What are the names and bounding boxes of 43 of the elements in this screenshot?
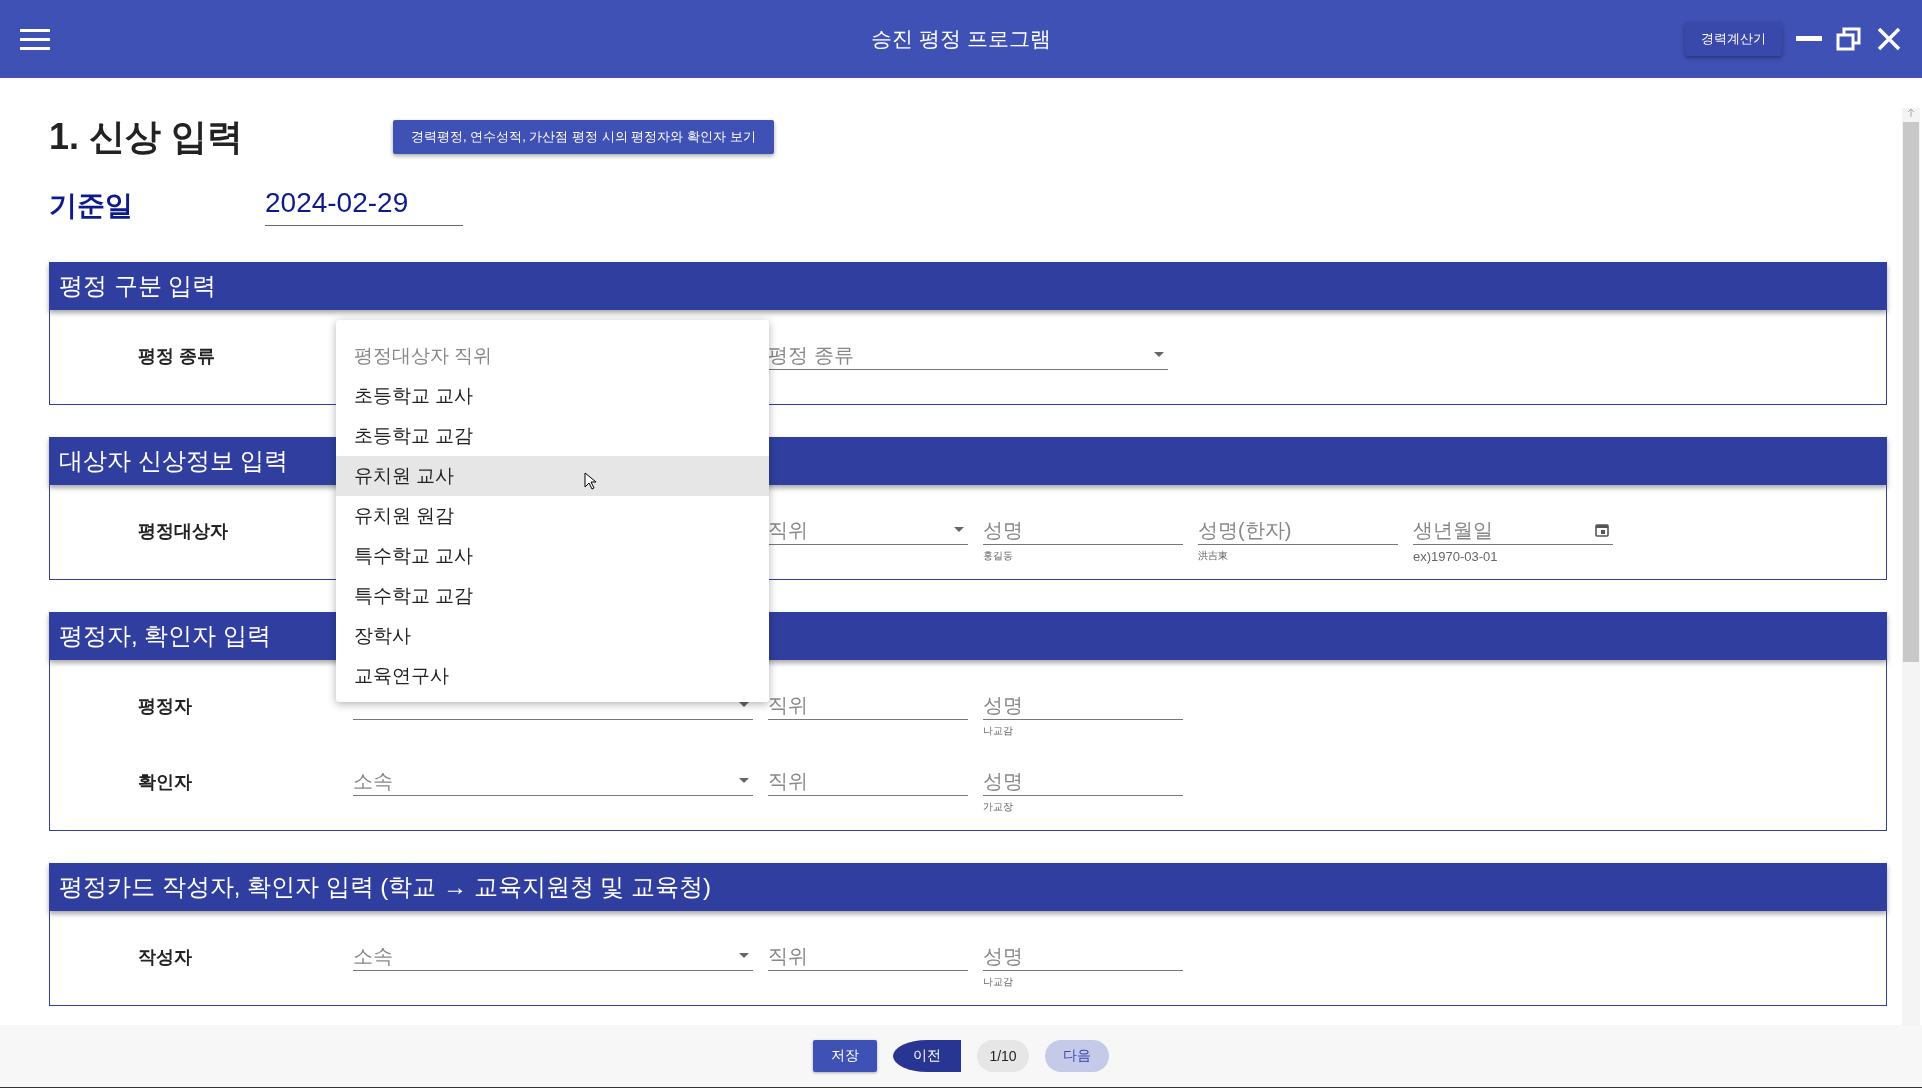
menu-option[interactable]: 유치원 교사 — [336, 456, 769, 496]
helper-text: 洪吉東 — [1198, 549, 1228, 563]
calculator-button[interactable]: 경력계산기 — [1685, 22, 1782, 56]
row-label: 평정자 — [137, 695, 193, 718]
helper-text: ex)1970-03-01 — [1413, 549, 1498, 564]
prev-button[interactable]: 이전 — [893, 1040, 962, 1072]
dropdown-caret-icon — [739, 953, 749, 959]
menu-label: 평정대상자 직위 — [353, 344, 494, 368]
select-field[interactable]: 소속 — [353, 941, 753, 971]
menu-option[interactable]: 특수학교 교사 — [336, 536, 769, 576]
dropdown-caret-icon — [1154, 352, 1164, 358]
menu-option[interactable]: 초등학교 교사 — [336, 376, 769, 416]
page-heading: 1. 신상 입력 — [49, 115, 244, 159]
helper-text: 나교감 — [983, 975, 1013, 989]
calendar-icon[interactable] — [1595, 523, 1609, 537]
row-label: 평정대상자 — [137, 520, 229, 543]
dropdown-caret-icon — [739, 778, 749, 784]
date-label: 기준일 — [49, 189, 134, 223]
input-field[interactable]: 직위 — [768, 690, 968, 720]
mouse-pointer-icon — [584, 472, 596, 490]
restore-icon[interactable] — [1836, 26, 1862, 52]
row-label: 확인자 — [137, 771, 193, 794]
app-title: 승진 평정 프로그램 — [871, 26, 1051, 52]
dropdown-caret-icon — [954, 527, 964, 533]
helper-text: 홍길동 — [983, 549, 1013, 563]
input-field[interactable]: 직위 — [768, 941, 968, 971]
select-field[interactable]: 소속 — [353, 766, 753, 796]
menu-option[interactable]: 유치원 원감 — [336, 496, 769, 536]
page-indicator[interactable]: 1/10 — [977, 1040, 1029, 1072]
helper-text: 나교감 — [983, 724, 1013, 738]
row-label: 평정 종류 — [137, 345, 216, 368]
helper-text: 가교장 — [983, 800, 1013, 814]
row-label: 작성자 — [137, 946, 193, 969]
date-field[interactable]: 2024-02-29 — [265, 183, 463, 226]
menu-icon[interactable] — [20, 27, 52, 51]
menu-option[interactable]: 장학사 — [336, 616, 769, 656]
scrollbar[interactable] — [1902, 108, 1920, 1025]
section-header: 평정 구분 입력 — [49, 262, 1887, 310]
close-icon[interactable] — [1876, 26, 1902, 52]
info-button[interactable]: 경력평정, 연수성적, 가산점 평정 시의 평정자와 확인자 보기 — [393, 120, 774, 154]
save-button[interactable]: 저장 — [813, 1040, 878, 1072]
input-field[interactable]: 직위 — [768, 766, 968, 796]
section-header: 평정카드 작성자, 확인자 입력 (학교 → 교육지원청 및 교육청) — [49, 863, 1887, 911]
